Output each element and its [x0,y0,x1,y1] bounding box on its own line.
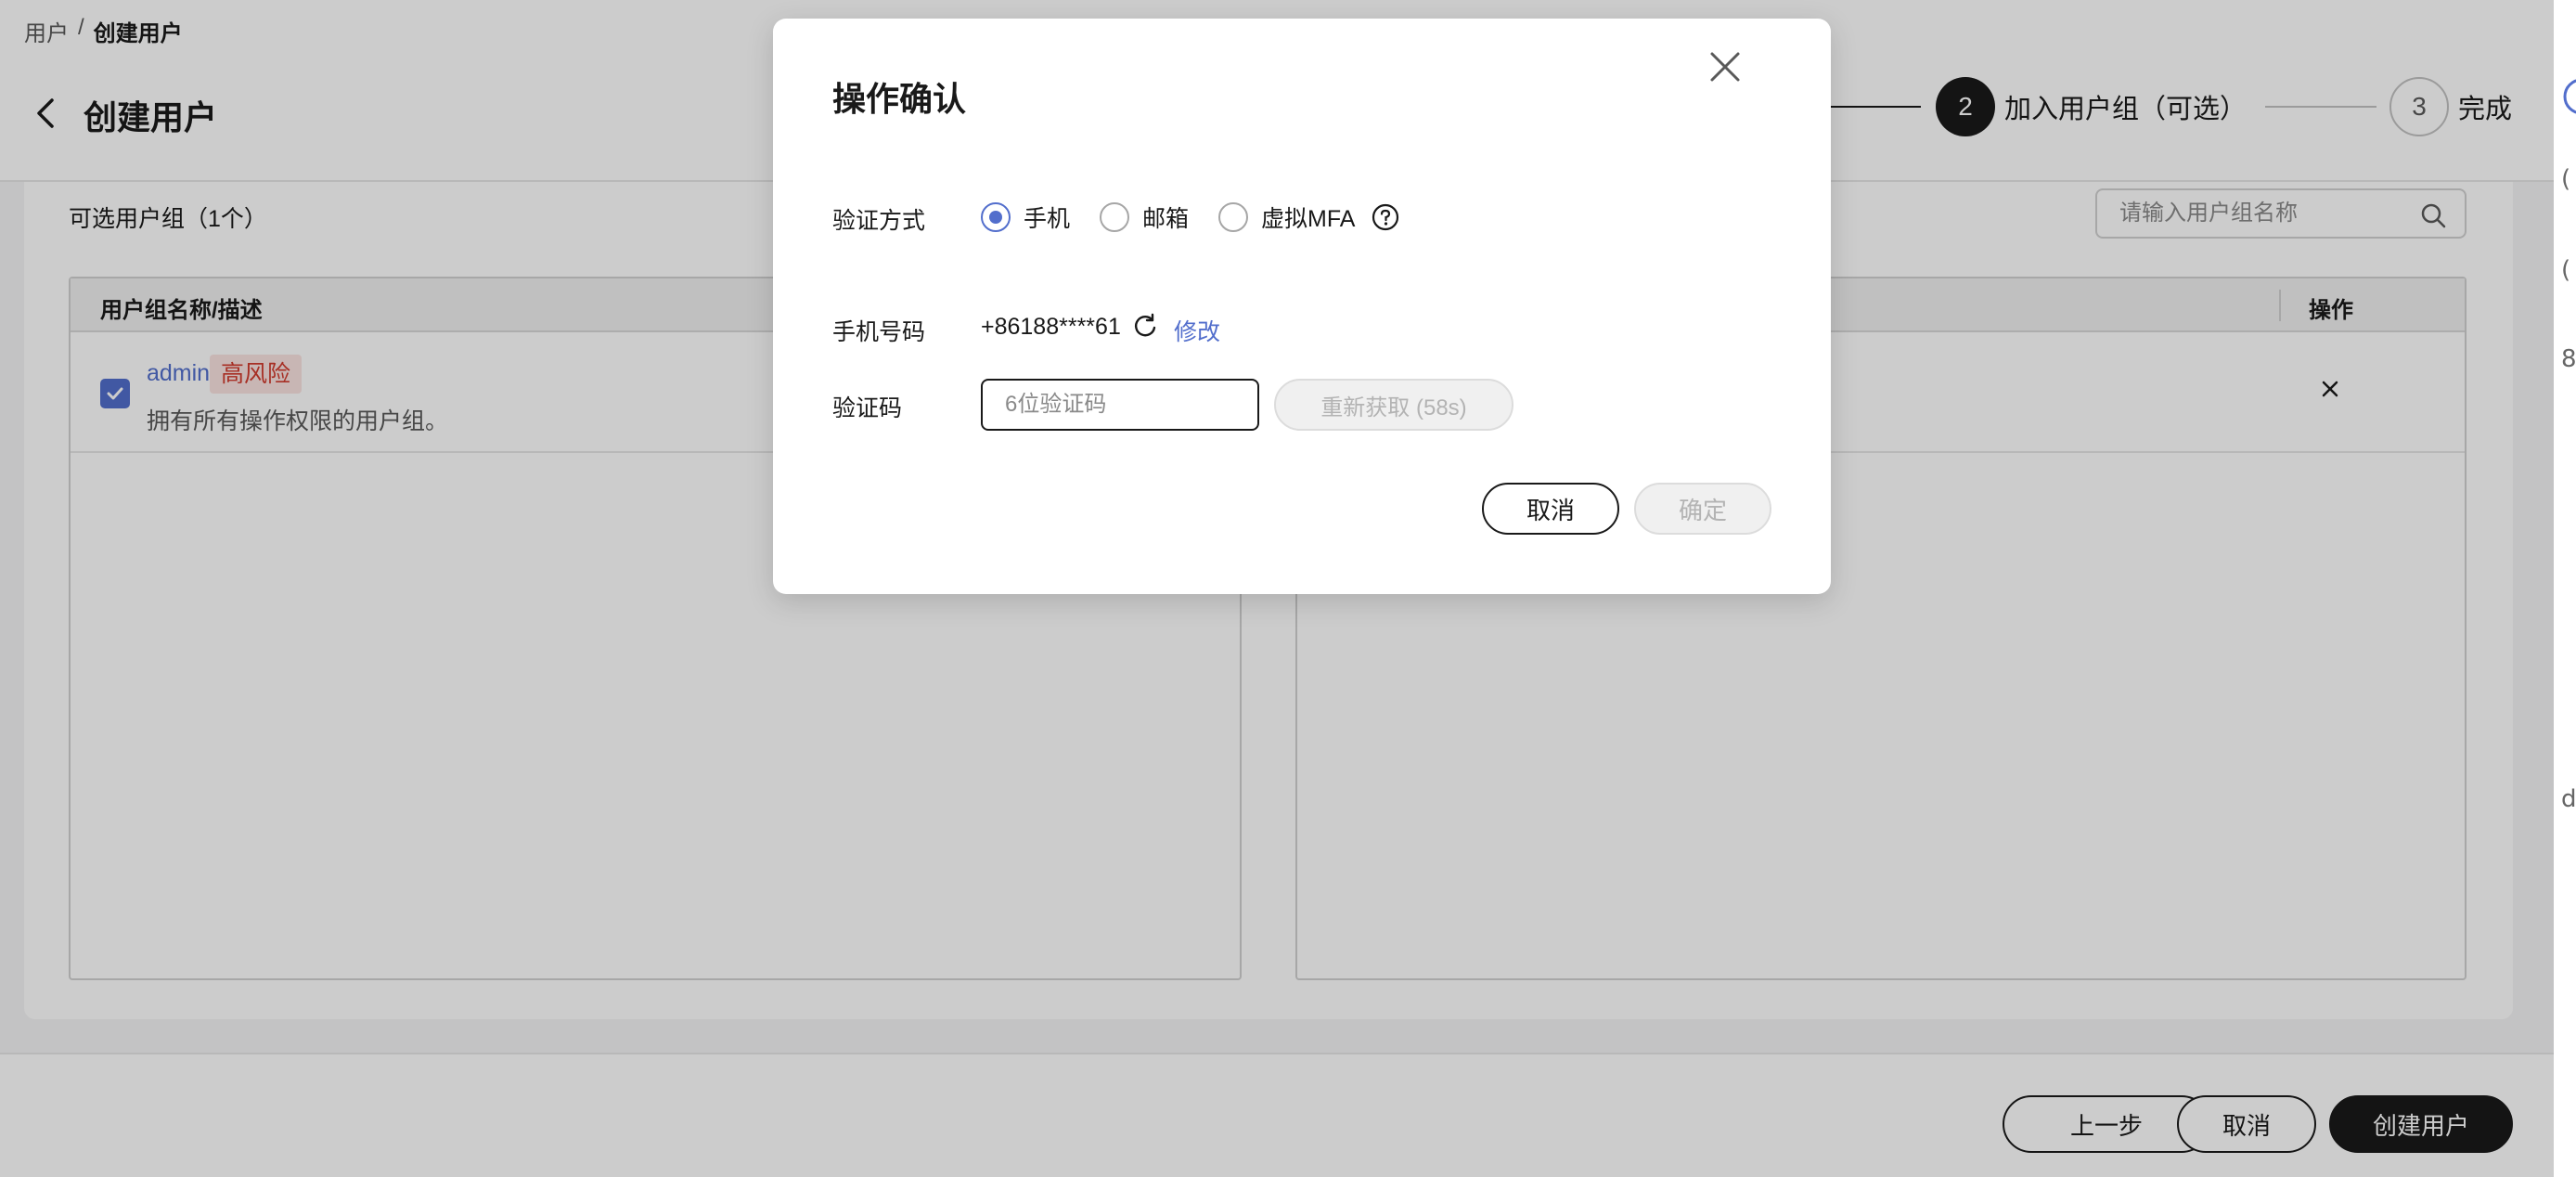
phone-number-value: +86188****61 [981,314,1121,340]
refresh-icon[interactable] [1132,313,1158,339]
verification-code-label: 验证码 [832,395,903,421]
toolbar-icon[interactable]: ( [2561,256,2570,284]
verification-code-field [981,379,1259,431]
verify-method-label: 验证方式 [832,208,926,234]
help-icon[interactable] [1372,203,1399,231]
dialog-confirm-button[interactable]: 确定 [1634,483,1771,535]
modify-phone-link[interactable]: 修改 [1174,314,1220,347]
avatar-icon[interactable] [2563,76,2576,117]
radio-virtual-mfa-label[interactable]: 虚拟MFA [1261,200,1355,234]
radio-email[interactable] [1100,202,1130,232]
radio-email-label[interactable]: 邮箱 [1142,200,1189,234]
radio-phone[interactable] [981,202,1011,232]
radio-virtual-mfa[interactable] [1218,202,1249,232]
resend-code-button[interactable]: 重新获取 (58s) [1274,379,1513,431]
verification-code-input[interactable] [983,381,1257,429]
toolbar-icon[interactable]: 8 [2561,345,2576,373]
right-side-toolbar: ( ( 8 d [2554,0,2576,1177]
toolbar-icon[interactable]: d [2561,785,2576,813]
confirm-operation-dialog: 操作确认 验证方式 手机 邮箱 虚拟MFA 手机号码 +86188****61 … [773,19,1831,594]
verify-method-radio-group: 手机 邮箱 虚拟MFA [981,200,1399,234]
phone-number-label: 手机号码 [832,319,926,345]
dialog-title: 操作确认 [832,80,967,118]
close-icon[interactable] [1707,48,1744,85]
toolbar-icon[interactable]: ( [2561,165,2570,193]
dialog-cancel-button[interactable]: 取消 [1482,483,1619,535]
radio-phone-label[interactable]: 手机 [1024,200,1070,234]
